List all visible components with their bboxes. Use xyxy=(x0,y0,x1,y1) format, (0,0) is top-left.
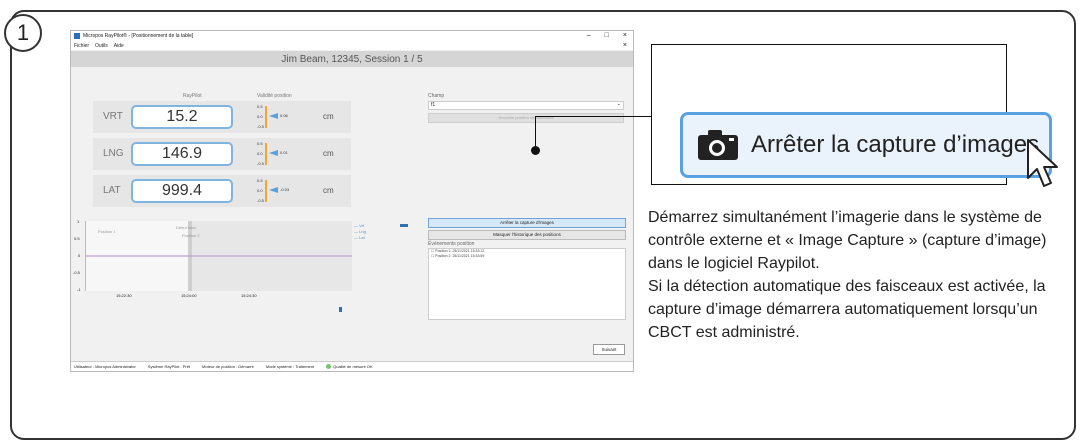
description-paragraph: Si la détection automatique des faisceau… xyxy=(648,278,1046,341)
tick-label: 0.0 xyxy=(257,151,263,156)
measurement-label: LNG xyxy=(103,148,124,159)
unit-label: cm xyxy=(323,149,334,158)
tick-label: 0.0 xyxy=(257,114,263,119)
measurement-value: 999.4 xyxy=(131,179,233,203)
stop-capture-button[interactable]: Arrêter la capture d'images xyxy=(428,218,626,228)
close-icon[interactable]: × xyxy=(623,31,627,41)
step-number: 1 xyxy=(4,14,42,52)
validity-bar xyxy=(265,143,267,165)
field-panel: Champ f1 ⌄ Nouvelle position de traiteme… xyxy=(428,93,624,123)
callout-button-label: Arrêter la capture d’images xyxy=(751,131,1040,158)
tick-label: 0.5 xyxy=(257,141,263,146)
validity-pointer-icon xyxy=(269,187,278,193)
title-bar: Micropos RayPilot® - [Positionnement de … xyxy=(71,31,633,41)
validity-indicator: 0.5 0.0 -0.5 -0.03 xyxy=(257,178,290,204)
tick-label: -0.5 xyxy=(257,124,264,129)
chart-svg xyxy=(86,221,352,291)
menu-bar: Fichier Outils Aide × xyxy=(71,41,633,50)
new-treatment-position-button[interactable]: Nouvelle position de traitement xyxy=(428,113,624,123)
status-user: Utilisateur : Micropos Administrator xyxy=(74,364,136,369)
tick-label: -0.5 xyxy=(257,161,264,166)
chart-annotation: Début faisc. xyxy=(176,225,198,230)
raypilot-window: Micropos RayPilot® - [Positionnement de … xyxy=(70,30,634,372)
field-label: Champ xyxy=(428,93,445,99)
status-bar: Utilisateur : Micropos Administrator Sys… xyxy=(71,361,633,371)
menu-aide[interactable]: Aide xyxy=(114,43,124,49)
chart-annotation: Position 1 xyxy=(98,229,116,234)
maximize-icon[interactable]: □ xyxy=(605,31,609,41)
indicator-value: -0.03 xyxy=(280,187,290,192)
chevron-down-icon: ⌄ xyxy=(616,101,621,107)
x-tick: 15:24:30 xyxy=(241,293,257,298)
measurement-row-lat: LAT 999.4 0.5 0.0 -0.5 -0.03 cm xyxy=(93,175,351,207)
y-tick: -0.5 xyxy=(73,270,80,275)
indicator-value: 0.01 xyxy=(280,150,288,155)
validity-pointer-icon xyxy=(269,113,278,119)
chart-annotation: Position 2 xyxy=(182,233,200,238)
next-button[interactable]: Suivant xyxy=(593,344,625,355)
chart-scroll-handle[interactable] xyxy=(339,307,342,312)
cursor-icon xyxy=(1027,139,1058,187)
window-title: Micropos RayPilot® - [Positionnement de … xyxy=(83,33,194,39)
validity-bar xyxy=(265,106,267,128)
measurement-value: 146.9 xyxy=(131,142,233,166)
tick-label: -0.5 xyxy=(257,198,264,203)
menu-fichier[interactable]: Fichier xyxy=(74,43,89,49)
tick-label: 0.5 xyxy=(257,178,263,183)
unit-label: cm xyxy=(323,112,334,121)
events-list: ☐ Position 1: 25/11/2021 15:33:12 ☐ Posi… xyxy=(428,248,626,320)
chart-slider-handle[interactable] xyxy=(400,224,408,227)
callout-dot xyxy=(531,146,540,155)
events-label: Événements position xyxy=(428,241,475,247)
position-chart: 1 0.5 0 -0.5 -1 15:22:30 15:24:00 15:24:… xyxy=(73,219,352,298)
menu-outils[interactable]: Outils xyxy=(95,43,108,49)
field-select-value: f1 xyxy=(431,102,436,108)
measurement-row-lng: LNG 146.9 0.5 0.0 -0.5 0.01 cm xyxy=(93,138,351,170)
y-tick: 1 xyxy=(77,219,80,224)
x-tick: 15:24:00 xyxy=(181,293,197,298)
measurement-label: LAT xyxy=(103,185,121,196)
measurement-label: VRT xyxy=(103,111,123,122)
status-system: Système RayPilot : Prêt xyxy=(147,364,191,369)
y-tick: -1 xyxy=(77,287,81,292)
tick-label: 0.0 xyxy=(257,188,263,193)
y-tick: 0 xyxy=(78,253,81,258)
callout-connector xyxy=(535,116,536,150)
child-close-icon[interactable]: × xyxy=(623,41,627,50)
legend-item: — Lat xyxy=(354,235,365,240)
list-item[interactable]: ☐ Position 2: 25/11/2021 15:33:59 xyxy=(429,254,625,259)
minimize-icon[interactable]: – xyxy=(587,31,591,41)
measurement-value: 15.2 xyxy=(131,105,233,129)
tick-label: 0.5 xyxy=(257,104,263,109)
indicator-value: 0.06 xyxy=(280,113,288,118)
validity-header: Validité position xyxy=(257,93,292,99)
y-tick: 0.5 xyxy=(74,236,80,241)
camera-icon xyxy=(698,130,738,160)
chart-legend: — Vrt — Lng — Lat xyxy=(354,223,366,241)
callout-connector xyxy=(535,116,651,117)
validity-bar xyxy=(265,180,267,202)
validity-indicator: 0.5 0.0 -0.5 0.01 xyxy=(257,141,288,167)
x-tick: 15:22:30 xyxy=(116,293,132,298)
app-icon xyxy=(74,33,80,39)
hide-history-button[interactable]: Masquer l'historique des positions xyxy=(428,230,626,240)
measurement-row-vrt: VRT 15.2 0.5 0.0 -0.5 0.06 cm xyxy=(93,101,351,133)
description-paragraph: Démarrez simultanément l’imagerie dans l… xyxy=(648,209,1047,272)
raypilot-header: RayPilot xyxy=(183,93,202,99)
description: Démarrez simultanément l’imagerie dans l… xyxy=(648,206,1068,344)
validity-pointer-icon xyxy=(269,150,278,156)
quality-ok-icon xyxy=(326,364,332,370)
status-position-engine: Moteur de position : Démarré xyxy=(202,364,254,369)
callout-stop-capture-button[interactable]: Arrêter la capture d’images xyxy=(680,112,1052,178)
status-quality: Qualité de mesure OK xyxy=(326,364,373,370)
field-select[interactable]: f1 ⌄ xyxy=(428,101,624,110)
session-header: Jim Beam, 12345, Session 1 / 5 xyxy=(71,51,633,67)
status-mode: Mode système : Traitement xyxy=(265,364,315,369)
validity-indicator: 0.5 0.0 -0.5 0.06 xyxy=(257,104,288,130)
unit-label: cm xyxy=(323,186,334,195)
